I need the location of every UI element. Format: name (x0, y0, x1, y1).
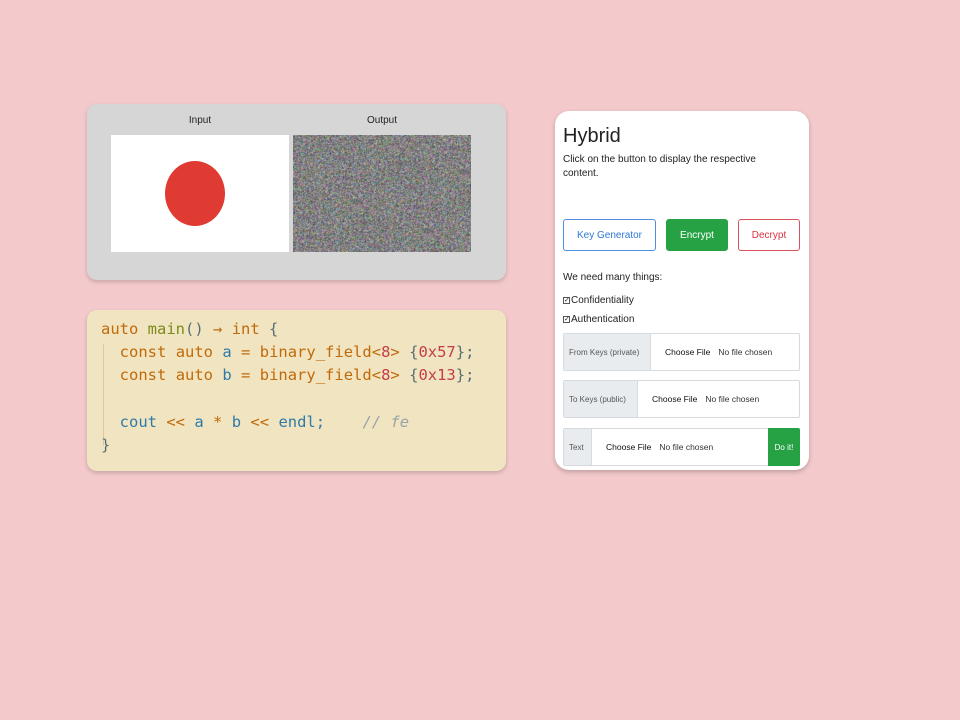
file-status: No file chosen (659, 442, 714, 452)
code-token: }; (455, 366, 475, 385)
output-image-noise (293, 135, 471, 252)
code-token: > (390, 366, 400, 385)
to-keys-file-input[interactable]: To Keys (public) Choose File No file cho… (563, 380, 800, 418)
code-token: { (269, 320, 279, 338)
code-token: 8 (381, 343, 391, 362)
red-circle (165, 161, 225, 226)
code-token: = (241, 366, 251, 385)
code-token: auto (101, 320, 139, 338)
code-token: b (231, 412, 242, 431)
code-token: () (185, 320, 204, 338)
text-file-input[interactable]: Text Choose File No file chosen Do it! (563, 428, 800, 466)
image-comparison-card: Input Output (87, 104, 506, 280)
input-label: Input (188, 115, 212, 126)
code-token: << (166, 412, 186, 431)
code-token: const (119, 366, 167, 385)
code-token: b (222, 366, 232, 385)
code-token: cout (119, 412, 157, 431)
code-line-3: const auto b = binary_field<8> {0x13}; (101, 366, 475, 385)
code-token: auto (175, 343, 214, 362)
code-token: } (101, 436, 111, 455)
encrypt-button[interactable]: Encrypt (666, 219, 728, 251)
code-token: endl; (278, 412, 326, 431)
file-status: No file chosen (705, 394, 760, 404)
hybrid-description: Click on the button to display the respe… (563, 154, 756, 179)
from-keys-file-input[interactable]: From Keys (private) Choose File No file … (563, 333, 800, 371)
checkbox-checked-icon[interactable]: ✓ (563, 297, 570, 304)
code-token: → (213, 320, 223, 338)
code-token: * (213, 412, 223, 431)
code-line-2: const auto a = binary_field<8> {0x57}; (101, 343, 475, 362)
code-token: < (371, 366, 382, 385)
code-token: int (231, 320, 260, 338)
from-keys-prefix: From Keys (private) (564, 334, 651, 370)
choose-file-button[interactable]: Choose File (652, 394, 697, 404)
code-line-1: auto main() → int { (101, 320, 278, 338)
code-token: << (250, 412, 270, 431)
need-text: We need many things: (563, 272, 663, 283)
hybrid-card: Hybrid Click on the button to display th… (555, 111, 809, 470)
code-token: > (390, 343, 400, 362)
confidentiality-label: Confidentiality (571, 295, 634, 306)
code-token: a (222, 343, 232, 362)
code-line-5: cout << a * b << endl; // fe (101, 413, 409, 431)
code-token: 0x13 (418, 366, 456, 385)
authentication-label: Authentication (571, 314, 635, 325)
code-token: 0x57 (418, 343, 456, 362)
code-token: main (147, 320, 185, 338)
code-block: auto main() → int { const auto a = binar… (101, 318, 474, 457)
hybrid-title: Hybrid (563, 125, 621, 147)
to-keys-prefix: To Keys (public) (564, 381, 638, 417)
decrypt-button[interactable]: Decrypt (738, 219, 800, 251)
choose-file-button[interactable]: Choose File (665, 347, 710, 357)
code-token: }; (455, 343, 475, 362)
output-label: Output (366, 115, 398, 126)
code-token: const (119, 343, 167, 362)
confidentiality-option[interactable]: ✓ Confidentiality (563, 295, 634, 306)
checkbox-checked-icon[interactable]: ✓ (563, 316, 570, 323)
code-token: < (371, 343, 382, 362)
code-snippet-card: auto main() → int { const auto a = binar… (87, 310, 506, 471)
authentication-option[interactable]: ✓ Authentication (563, 314, 634, 325)
code-token: a (194, 412, 204, 431)
code-token: 8 (381, 366, 391, 385)
choose-file-button[interactable]: Choose File (606, 442, 651, 452)
do-it-button[interactable]: Do it! (768, 428, 800, 466)
code-token: binary_field (259, 366, 372, 385)
input-image (111, 135, 289, 252)
code-token: binary_field (259, 343, 372, 362)
code-comment: // fe (362, 412, 410, 431)
code-token: = (241, 343, 251, 362)
file-status: No file chosen (718, 347, 773, 357)
key-generator-button[interactable]: Key Generator (563, 219, 656, 251)
code-line-6: } (101, 436, 110, 454)
text-prefix: Text (564, 429, 592, 465)
code-token: auto (175, 366, 214, 385)
